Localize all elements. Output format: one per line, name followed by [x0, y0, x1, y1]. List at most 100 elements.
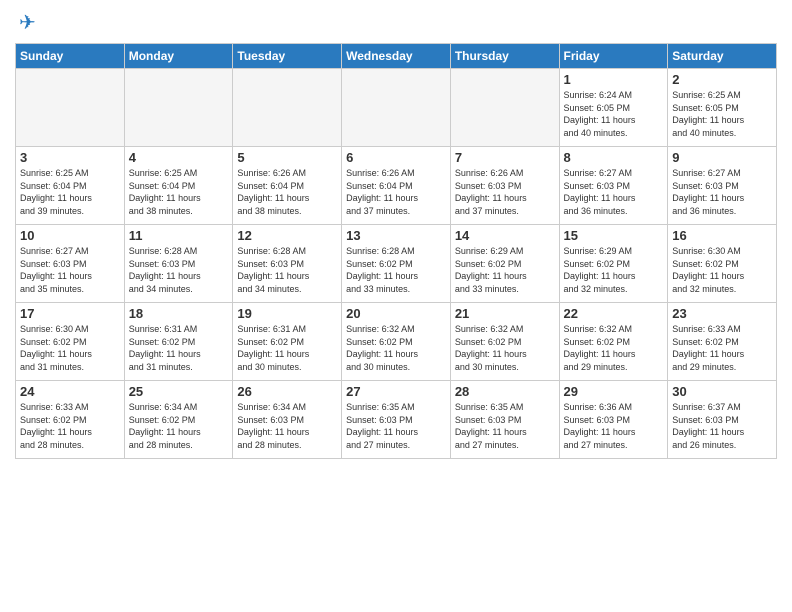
day-info: Sunrise: 6:31 AM Sunset: 6:02 PM Dayligh… [237, 323, 337, 373]
day-number: 20 [346, 306, 446, 321]
logo: ✈ [15, 10, 36, 35]
day-number: 24 [20, 384, 120, 399]
day-number: 27 [346, 384, 446, 399]
day-info: Sunrise: 6:37 AM Sunset: 6:03 PM Dayligh… [672, 401, 772, 451]
calendar-cell: 27 Sunrise: 6:35 AM Sunset: 6:03 PM Dayli… [342, 381, 451, 459]
day-info: Sunrise: 6:25 AM Sunset: 6:05 PM Dayligh… [672, 89, 772, 139]
calendar-cell: 13 Sunrise: 6:28 AM Sunset: 6:02 PM Dayli… [342, 225, 451, 303]
calendar-cell: 30 Sunrise: 6:37 AM Sunset: 6:03 PM Dayli… [668, 381, 777, 459]
day-info: Sunrise: 6:25 AM Sunset: 6:04 PM Dayligh… [129, 167, 229, 217]
calendar-cell [450, 69, 559, 147]
day-number: 22 [564, 306, 664, 321]
day-number: 6 [346, 150, 446, 165]
weekday-header: Friday [559, 44, 668, 69]
weekday-header: Sunday [16, 44, 125, 69]
day-info: Sunrise: 6:32 AM Sunset: 6:02 PM Dayligh… [455, 323, 555, 373]
header: ✈ [15, 10, 777, 35]
day-info: Sunrise: 6:28 AM Sunset: 6:02 PM Dayligh… [346, 245, 446, 295]
calendar-cell: 28Sunrise: 6:35 AM Sunset: 6:03 PM Dayli… [450, 381, 559, 459]
day-number: 16 [672, 228, 772, 243]
calendar-cell: 29 Sunrise: 6:36 AM Sunset: 6:03 PM Dayli… [559, 381, 668, 459]
calendar-cell [233, 69, 342, 147]
day-number: 1 [564, 72, 664, 87]
calendar-cell: 7Sunrise: 6:26 AM Sunset: 6:03 PM Daylig… [450, 147, 559, 225]
day-number: 3 [20, 150, 120, 165]
day-info: Sunrise: 6:30 AM Sunset: 6:02 PM Dayligh… [672, 245, 772, 295]
day-number: 15 [564, 228, 664, 243]
day-info: Sunrise: 6:27 AM Sunset: 6:03 PM Dayligh… [564, 167, 664, 217]
day-number: 11 [129, 228, 229, 243]
calendar-week-row: 1 Sunrise: 6:24 AM Sunset: 6:05 PM Daylig… [16, 69, 777, 147]
day-info: Sunrise: 6:34 AM Sunset: 6:03 PM Dayligh… [237, 401, 337, 451]
calendar-week-row: 10Sunrise: 6:27 AM Sunset: 6:03 PM Dayli… [16, 225, 777, 303]
day-number: 23 [672, 306, 772, 321]
day-number: 19 [237, 306, 337, 321]
day-info: Sunrise: 6:28 AM Sunset: 6:03 PM Dayligh… [237, 245, 337, 295]
day-info: Sunrise: 6:29 AM Sunset: 6:02 PM Dayligh… [564, 245, 664, 295]
day-number: 21 [455, 306, 555, 321]
calendar-cell: 8 Sunrise: 6:27 AM Sunset: 6:03 PM Daylig… [559, 147, 668, 225]
day-info: Sunrise: 6:33 AM Sunset: 6:02 PM Dayligh… [672, 323, 772, 373]
page-container: ✈ SundayMondayTuesdayWednesdayThursdayFr… [0, 0, 792, 469]
calendar-cell [16, 69, 125, 147]
calendar-cell [342, 69, 451, 147]
day-info: Sunrise: 6:31 AM Sunset: 6:02 PM Dayligh… [129, 323, 229, 373]
day-info: Sunrise: 6:36 AM Sunset: 6:03 PM Dayligh… [564, 401, 664, 451]
day-info: Sunrise: 6:24 AM Sunset: 6:05 PM Dayligh… [564, 89, 664, 139]
calendar-cell: 24 Sunrise: 6:33 AM Sunset: 6:02 PM Dayli… [16, 381, 125, 459]
calendar-cell: 9Sunrise: 6:27 AM Sunset: 6:03 PM Daylig… [668, 147, 777, 225]
calendar-cell: 15 Sunrise: 6:29 AM Sunset: 6:02 PM Dayli… [559, 225, 668, 303]
day-number: 8 [564, 150, 664, 165]
calendar-cell: 5 Sunrise: 6:26 AM Sunset: 6:04 PM Daylig… [233, 147, 342, 225]
day-info: Sunrise: 6:26 AM Sunset: 6:03 PM Dayligh… [455, 167, 555, 217]
day-number: 30 [672, 384, 772, 399]
weekday-header: Saturday [668, 44, 777, 69]
weekday-header: Tuesday [233, 44, 342, 69]
day-number: 12 [237, 228, 337, 243]
calendar-cell [124, 69, 233, 147]
day-info: Sunrise: 6:27 AM Sunset: 6:03 PM Dayligh… [20, 245, 120, 295]
day-info: Sunrise: 6:29 AM Sunset: 6:02 PM Dayligh… [455, 245, 555, 295]
day-number: 5 [237, 150, 337, 165]
calendar-week-row: 17 Sunrise: 6:30 AM Sunset: 6:02 PM Dayli… [16, 303, 777, 381]
weekday-header: Thursday [450, 44, 559, 69]
day-info: Sunrise: 6:34 AM Sunset: 6:02 PM Dayligh… [129, 401, 229, 451]
calendar-cell: 3 Sunrise: 6:25 AM Sunset: 6:04 PM Daylig… [16, 147, 125, 225]
day-info: Sunrise: 6:25 AM Sunset: 6:04 PM Dayligh… [20, 167, 120, 217]
calendar-cell: 12 Sunrise: 6:28 AM Sunset: 6:03 PM Dayli… [233, 225, 342, 303]
weekday-header: Monday [124, 44, 233, 69]
day-info: Sunrise: 6:27 AM Sunset: 6:03 PM Dayligh… [672, 167, 772, 217]
calendar-cell: 25Sunrise: 6:34 AM Sunset: 6:02 PM Dayli… [124, 381, 233, 459]
day-info: Sunrise: 6:32 AM Sunset: 6:02 PM Dayligh… [564, 323, 664, 373]
day-number: 13 [346, 228, 446, 243]
day-info: Sunrise: 6:35 AM Sunset: 6:03 PM Dayligh… [346, 401, 446, 451]
calendar-cell: 6 Sunrise: 6:26 AM Sunset: 6:04 PM Daylig… [342, 147, 451, 225]
calendar-cell: 2Sunrise: 6:25 AM Sunset: 6:05 PM Daylig… [668, 69, 777, 147]
day-number: 4 [129, 150, 229, 165]
calendar-cell: 14 Sunrise: 6:29 AM Sunset: 6:02 PM Dayli… [450, 225, 559, 303]
calendar-cell: 4 Sunrise: 6:25 AM Sunset: 6:04 PM Daylig… [124, 147, 233, 225]
day-number: 17 [20, 306, 120, 321]
calendar-table: SundayMondayTuesdayWednesdayThursdayFrid… [15, 43, 777, 459]
day-number: 14 [455, 228, 555, 243]
calendar-cell: 21 Sunrise: 6:32 AM Sunset: 6:02 PM Dayli… [450, 303, 559, 381]
day-number: 26 [237, 384, 337, 399]
calendar-cell: 19 Sunrise: 6:31 AM Sunset: 6:02 PM Dayli… [233, 303, 342, 381]
calendar-cell: 18 Sunrise: 6:31 AM Sunset: 6:02 PM Dayli… [124, 303, 233, 381]
calendar-cell: 23 Sunrise: 6:33 AM Sunset: 6:02 PM Dayli… [668, 303, 777, 381]
calendar-cell: 22 Sunrise: 6:32 AM Sunset: 6:02 PM Dayli… [559, 303, 668, 381]
calendar-cell: 16 Sunrise: 6:30 AM Sunset: 6:02 PM Dayli… [668, 225, 777, 303]
day-info: Sunrise: 6:26 AM Sunset: 6:04 PM Dayligh… [237, 167, 337, 217]
day-info: Sunrise: 6:30 AM Sunset: 6:02 PM Dayligh… [20, 323, 120, 373]
weekday-header-row: SundayMondayTuesdayWednesdayThursdayFrid… [16, 44, 777, 69]
calendar-week-row: 24 Sunrise: 6:33 AM Sunset: 6:02 PM Dayli… [16, 381, 777, 459]
day-info: Sunrise: 6:26 AM Sunset: 6:04 PM Dayligh… [346, 167, 446, 217]
calendar-cell: 1 Sunrise: 6:24 AM Sunset: 6:05 PM Daylig… [559, 69, 668, 147]
calendar-cell: 26 Sunrise: 6:34 AM Sunset: 6:03 PM Dayli… [233, 381, 342, 459]
day-info: Sunrise: 6:33 AM Sunset: 6:02 PM Dayligh… [20, 401, 120, 451]
calendar-cell: 11Sunrise: 6:28 AM Sunset: 6:03 PM Dayli… [124, 225, 233, 303]
day-info: Sunrise: 6:32 AM Sunset: 6:02 PM Dayligh… [346, 323, 446, 373]
day-number: 29 [564, 384, 664, 399]
day-number: 18 [129, 306, 229, 321]
calendar-cell: 17 Sunrise: 6:30 AM Sunset: 6:02 PM Dayli… [16, 303, 125, 381]
